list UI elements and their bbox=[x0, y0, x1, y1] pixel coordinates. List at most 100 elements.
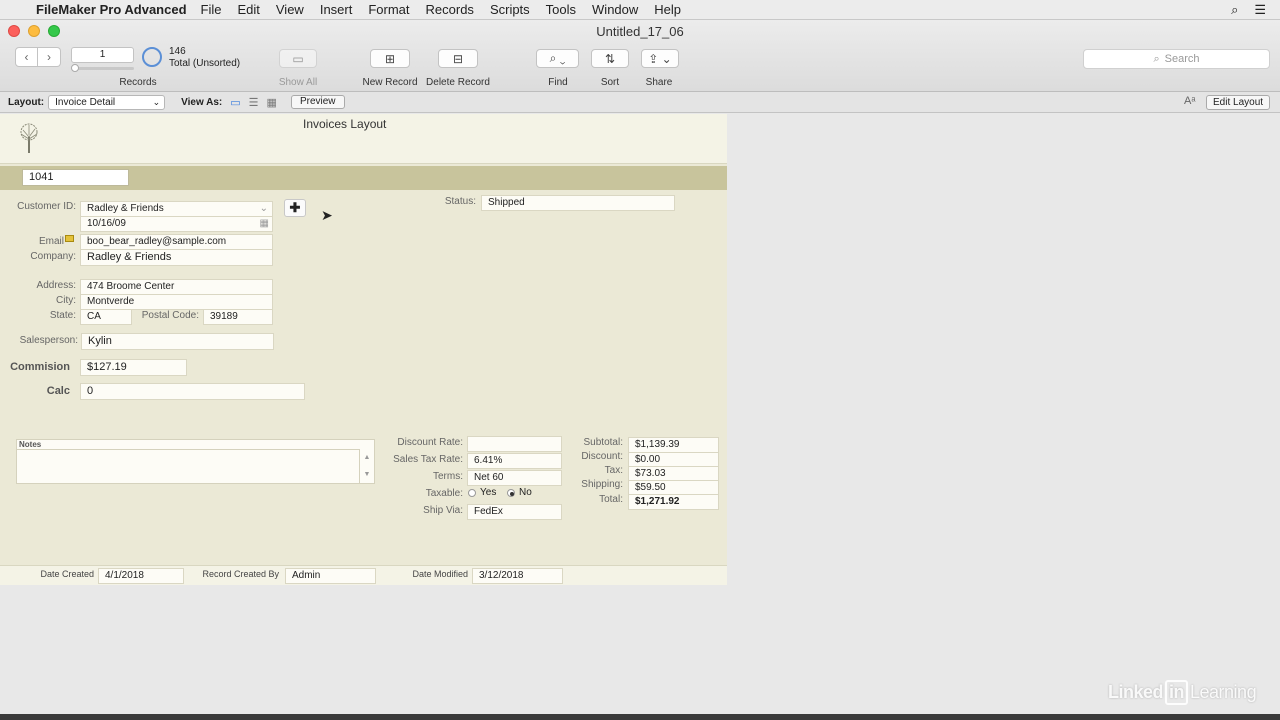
window-toolbar: Untitled_17_06 ‹ › 1 146 Total (Unsorted… bbox=[0, 20, 1280, 92]
customer-id-dropdown[interactable]: Radley & Friends ⌄ bbox=[80, 201, 273, 217]
salesperson-field[interactable]: Kylin bbox=[81, 333, 274, 350]
previous-record-button[interactable]: ‹ bbox=[15, 47, 38, 67]
city-field[interactable]: Montverde bbox=[80, 294, 273, 310]
terms-field[interactable]: Net 60 bbox=[467, 470, 562, 486]
commission-label: Commision bbox=[10, 361, 70, 373]
notification-center-icon[interactable]: ☰ bbox=[1254, 2, 1266, 18]
spotlight-search-icon[interactable]: ⌕ bbox=[1231, 2, 1238, 18]
sort-button[interactable]: Sort bbox=[590, 77, 630, 88]
commission-field[interactable]: $127.19 bbox=[80, 359, 187, 376]
layout-label: Layout: bbox=[8, 96, 45, 108]
menu-edit[interactable]: Edit bbox=[237, 2, 259, 17]
layout-select[interactable]: Invoice Detail ⌄ bbox=[48, 94, 166, 110]
linkedin-learning-watermark: Linked in Learning bbox=[1108, 680, 1257, 705]
record-slider-knob[interactable] bbox=[71, 64, 79, 72]
calc-label: Calc bbox=[46, 385, 70, 397]
status-field[interactable]: Shipped bbox=[481, 195, 675, 211]
email-field[interactable]: boo_bear_radley@sample.com bbox=[80, 234, 273, 250]
address-label: Address: bbox=[36, 280, 76, 291]
next-record-button[interactable]: › bbox=[38, 47, 61, 67]
menu-view[interactable]: View bbox=[276, 2, 304, 17]
edit-layout-button[interactable]: Edit Layout bbox=[1206, 95, 1271, 110]
share-button[interactable]: Share bbox=[639, 77, 679, 88]
discount-rate-field[interactable] bbox=[467, 436, 562, 452]
notes-text-area[interactable] bbox=[17, 449, 360, 483]
menu-insert[interactable]: Insert bbox=[320, 2, 353, 17]
date-modified-field[interactable]: 3/12/2018 bbox=[472, 568, 563, 584]
notes-field[interactable]: Notes ▲ ▼ bbox=[16, 439, 375, 484]
notes-scrollbar[interactable]: ▲ ▼ bbox=[359, 449, 374, 483]
app-name-menu[interactable]: FileMaker Pro Advanced bbox=[36, 2, 187, 17]
delete-record-icon[interactable]: ⊟ bbox=[438, 49, 478, 68]
calc-field[interactable]: 0 bbox=[80, 383, 305, 400]
taxable-yes-radio[interactable] bbox=[468, 489, 476, 497]
discount-label: Discount: bbox=[581, 451, 623, 462]
notes-label: Notes bbox=[19, 440, 42, 449]
menu-help[interactable]: Help bbox=[654, 2, 681, 17]
menu-file[interactable]: File bbox=[201, 2, 222, 17]
company-label: Company: bbox=[30, 251, 76, 262]
record-created-by-field[interactable]: Admin bbox=[285, 568, 376, 584]
search-icon: ⌕ bbox=[1153, 52, 1160, 65]
new-record-button[interactable]: New Record bbox=[355, 77, 425, 88]
show-all-icon[interactable]: ▭ bbox=[279, 49, 317, 68]
total-field[interactable]: $1,271.92 bbox=[628, 494, 719, 510]
address-field[interactable]: 474 Broome Center bbox=[80, 279, 273, 295]
view-as-label: View As: bbox=[181, 96, 223, 108]
terms-label: Terms: bbox=[433, 471, 463, 482]
menu-tools[interactable]: Tools bbox=[546, 2, 576, 17]
table-view-icon[interactable]: ▦ bbox=[267, 96, 277, 109]
calendar-icon[interactable]: ▦ bbox=[260, 217, 269, 231]
new-record-icon[interactable]: ⊞ bbox=[370, 49, 410, 68]
records-label: Records bbox=[119, 77, 157, 88]
watermark-learning: Learning bbox=[1190, 682, 1257, 702]
date-created-field[interactable]: 4/1/2018 bbox=[98, 568, 184, 584]
content-area: Invoices Layout 1041 Customer ID: Radley… bbox=[0, 114, 1280, 714]
menu-window[interactable]: Window bbox=[592, 2, 638, 17]
find-icon[interactable]: ⌕ ⌄ bbox=[536, 49, 579, 68]
show-all-button[interactable]: Show All bbox=[270, 77, 326, 88]
layout-header: Invoices Layout bbox=[0, 114, 727, 164]
invoice-id-field[interactable]: 1041 bbox=[22, 169, 129, 186]
preview-button[interactable]: Preview bbox=[290, 95, 345, 109]
watermark-linked: Linked bbox=[1108, 682, 1164, 702]
find-button[interactable]: Find bbox=[538, 77, 578, 88]
add-customer-button[interactable]: ✚ bbox=[284, 199, 306, 217]
tree-logo-icon bbox=[20, 123, 38, 153]
list-view-icon[interactable]: ☰ bbox=[249, 96, 259, 109]
layout-bar: Layout: Invoice Detail ⌄ View As: ▭ ☰ ▦ … bbox=[0, 92, 1280, 113]
postal-code-field[interactable]: 39189 bbox=[203, 309, 273, 325]
record-number-input[interactable]: 1 bbox=[71, 47, 134, 63]
quick-find-search-input[interactable]: ⌕ Search bbox=[1083, 49, 1270, 69]
email-label: Email bbox=[38, 236, 64, 247]
share-icon[interactable]: ⇪ ⌄ bbox=[641, 49, 679, 68]
customer-id-value: Radley & Friends bbox=[87, 203, 164, 214]
state-label: State: bbox=[49, 310, 76, 321]
state-field[interactable]: CA bbox=[80, 309, 132, 325]
total-label: Total: bbox=[599, 494, 623, 505]
taxable-no-radio[interactable] bbox=[507, 489, 515, 497]
menu-format[interactable]: Format bbox=[368, 2, 409, 17]
delete-record-button[interactable]: Delete Record bbox=[420, 77, 496, 88]
email-note-icon bbox=[65, 235, 74, 242]
mouse-pointer-icon: ➤ bbox=[321, 207, 333, 223]
chevron-down-icon: ⌄ bbox=[259, 203, 268, 214]
sort-icon[interactable]: ⇅ bbox=[591, 49, 629, 68]
invoice-date-value: 10/16/09 bbox=[87, 218, 126, 229]
form-view-icon[interactable]: ▭ bbox=[230, 96, 240, 109]
company-field[interactable]: Radley & Friends bbox=[80, 249, 273, 266]
invoice-date-field[interactable]: 10/16/09 ▦ bbox=[80, 216, 273, 232]
record-slider[interactable] bbox=[71, 67, 134, 70]
menu-scripts[interactable]: Scripts bbox=[490, 2, 530, 17]
font-size-icon[interactable]: Aᵃ bbox=[1184, 95, 1195, 107]
layout-footer: Date Created 4/1/2018 Record Created By … bbox=[0, 565, 727, 585]
subtotal-field[interactable]: $1,139.39 bbox=[628, 437, 719, 453]
taxable-no-label: No bbox=[519, 487, 532, 498]
found-count: 146 bbox=[169, 46, 186, 57]
layout-select-value: Invoice Detail bbox=[55, 96, 116, 108]
record-created-by-label: Record Created By bbox=[202, 569, 279, 579]
screen-bottom-edge bbox=[0, 714, 1280, 720]
ship-via-field[interactable]: FedEx bbox=[467, 504, 562, 520]
sales-tax-rate-field[interactable]: 6.41% bbox=[467, 453, 562, 469]
menu-records[interactable]: Records bbox=[426, 2, 474, 17]
